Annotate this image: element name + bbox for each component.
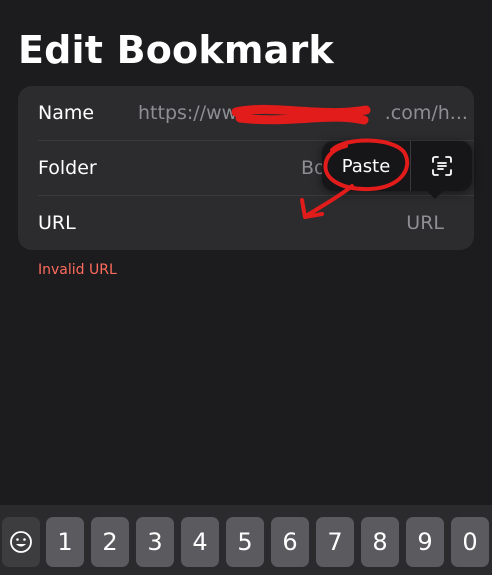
key-7[interactable]: 7 xyxy=(316,517,354,567)
page-title: Edit Bookmark xyxy=(18,28,334,72)
name-row[interactable]: Name https://www .com/h... xyxy=(38,86,474,140)
text-scan-icon xyxy=(431,156,452,176)
edit-bookmark-screen: Edit Bookmark Name https://www .com/h... … xyxy=(0,0,492,575)
key-8[interactable]: 8 xyxy=(361,517,399,567)
numeric-keyboard: 1 2 3 4 5 6 7 8 9 0 xyxy=(0,505,492,575)
scan-text-button[interactable] xyxy=(411,141,472,191)
key-5[interactable]: 5 xyxy=(226,517,264,567)
folder-label: Folder xyxy=(38,157,97,179)
paste-button[interactable]: Paste xyxy=(322,141,410,191)
key-0[interactable]: 0 xyxy=(451,517,489,567)
emoji-icon xyxy=(10,531,32,553)
url-input[interactable]: URL xyxy=(406,212,444,234)
emoji-key[interactable] xyxy=(2,517,40,567)
key-2[interactable]: 2 xyxy=(91,517,129,567)
url-row[interactable]: URL URL xyxy=(38,196,474,250)
key-6[interactable]: 6 xyxy=(271,517,309,567)
edit-menu-popover: Paste xyxy=(322,141,472,199)
name-value-start: https://www xyxy=(138,102,253,124)
name-label: Name xyxy=(38,102,95,124)
name-field[interactable]: https://www .com/h... xyxy=(138,102,468,124)
key-1[interactable]: 1 xyxy=(46,517,84,567)
key-4[interactable]: 4 xyxy=(181,517,219,567)
key-3[interactable]: 3 xyxy=(136,517,174,567)
url-label: URL xyxy=(38,212,76,234)
name-value-end: .com/h... xyxy=(384,102,468,124)
key-9[interactable]: 9 xyxy=(406,517,444,567)
popover-tail xyxy=(426,190,444,199)
invalid-url-message: Invalid URL xyxy=(38,262,117,278)
